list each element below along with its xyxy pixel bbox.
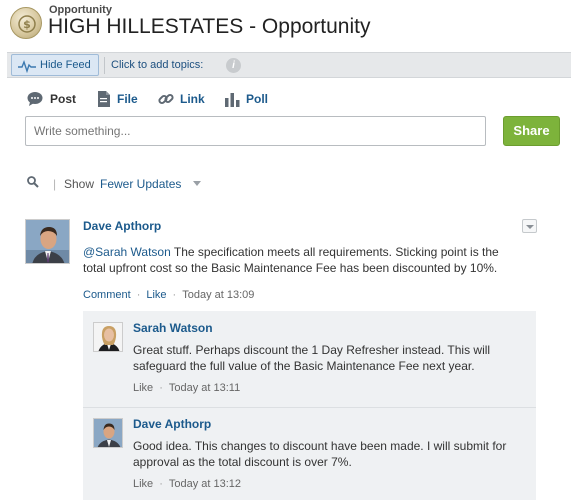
post-author-link[interactable]: Dave Apthorp xyxy=(83,219,161,233)
filter-divider: | xyxy=(53,177,57,191)
file-icon xyxy=(98,91,110,107)
toolbar-divider xyxy=(104,57,105,74)
comment-timestamp[interactable]: Today at 13:11 xyxy=(169,382,240,394)
post-timestamp[interactable]: Today at 13:09 xyxy=(182,289,254,301)
avatar[interactable] xyxy=(25,219,70,264)
tab-post-label: Post xyxy=(50,92,77,106)
post-actions-menu[interactable] xyxy=(522,219,537,233)
comment-meta: Like · Today at 13:11 xyxy=(133,382,240,394)
like-link[interactable]: Like xyxy=(146,289,166,301)
avatar[interactable] xyxy=(93,322,123,352)
comment-timestamp[interactable]: Today at 13:12 xyxy=(169,478,241,490)
add-topics-link[interactable]: Click to add topics: xyxy=(111,59,203,71)
tab-post[interactable]: Post xyxy=(27,90,79,108)
poll-icon xyxy=(225,93,240,107)
hide-feed-label: Hide Feed xyxy=(40,59,91,71)
tab-link-label: Link xyxy=(180,92,205,106)
tab-file-label: File xyxy=(117,92,138,106)
svg-text:$: $ xyxy=(23,18,31,31)
feed-toolbar: Hide Feed Click to add topics: i xyxy=(7,52,571,78)
record-header: $ Opportunity HIGH HILLESTATES - Opportu… xyxy=(0,0,571,50)
meta-separator: · xyxy=(172,289,177,301)
post-meta: Comment · Like · Today at 13:09 xyxy=(83,289,254,301)
chevron-down-icon[interactable] xyxy=(193,181,201,186)
post-body: @Sarah Watson The specification meets al… xyxy=(83,244,521,276)
filter-show-label: Show xyxy=(64,177,95,191)
speech-bubble-icon xyxy=(27,92,43,106)
opportunity-coin-icon: $ xyxy=(10,7,42,39)
comment-body: Great stuff. Perhaps discount the 1 Day … xyxy=(133,343,491,373)
dave-apthorp-avatar-icon xyxy=(26,220,69,263)
avatar[interactable] xyxy=(93,418,123,448)
tab-link[interactable]: Link xyxy=(158,90,208,108)
tab-poll-label: Poll xyxy=(246,92,269,106)
hide-feed-button[interactable]: Hide Feed xyxy=(11,54,99,76)
comment-meta: Like · Today at 13:12 xyxy=(133,478,241,490)
comment-author-link[interactable]: Dave Apthorp xyxy=(133,417,211,431)
comments-section xyxy=(83,311,536,500)
share-button[interactable]: Share xyxy=(503,116,560,146)
feed-pulse-icon xyxy=(18,59,36,73)
dave-apthorp-avatar-icon xyxy=(94,419,122,447)
link-icon xyxy=(158,93,174,105)
tab-poll[interactable]: Poll xyxy=(225,90,271,108)
comment-like-link[interactable]: Like xyxy=(133,382,153,394)
meta-separator: · xyxy=(136,289,141,301)
meta-separator: · xyxy=(159,478,163,490)
post-compose-input[interactable] xyxy=(25,116,486,146)
info-icon[interactable]: i xyxy=(226,58,241,73)
search-icon[interactable] xyxy=(27,176,39,188)
comment-divider xyxy=(83,407,536,408)
feed-filter-dropdown[interactable]: Fewer Updates xyxy=(100,177,181,191)
meta-separator: · xyxy=(159,382,163,394)
comment-author-link[interactable]: Sarah Watson xyxy=(133,321,213,335)
page-title: HIGH HILLESTATES - Opportunity xyxy=(48,15,371,38)
comment-like-link[interactable]: Like xyxy=(133,478,153,490)
mention-link[interactable]: @Sarah Watson xyxy=(83,245,171,259)
tab-file[interactable]: File xyxy=(97,90,142,108)
sarah-watson-avatar-icon xyxy=(94,323,122,351)
comment-link[interactable]: Comment xyxy=(83,289,131,301)
comment-body: Good idea. This changes to discount have… xyxy=(133,439,507,469)
